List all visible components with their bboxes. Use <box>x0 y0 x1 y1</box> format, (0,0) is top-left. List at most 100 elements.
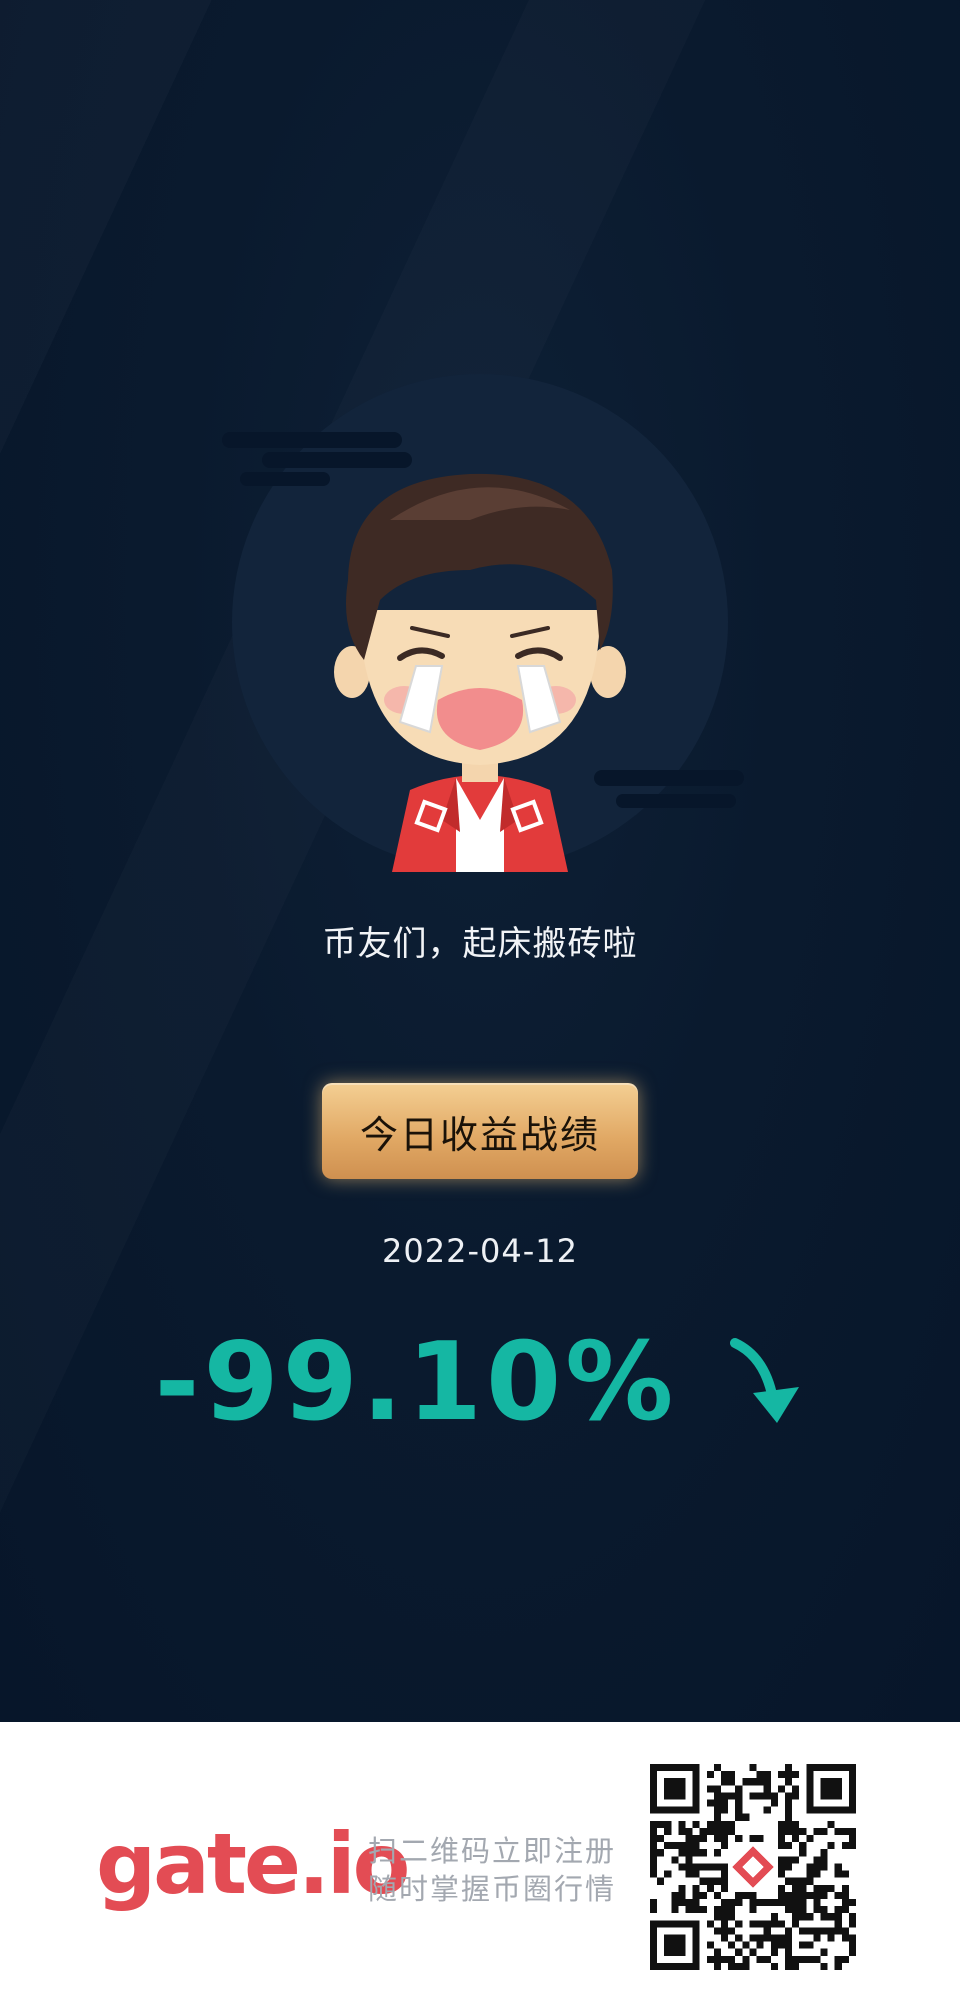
qr-module <box>721 1863 729 1871</box>
qr-module <box>784 1806 793 1814</box>
qr-module <box>820 1849 828 1857</box>
qr-module <box>792 1962 800 1970</box>
qr-module <box>848 1934 856 1942</box>
qr-module <box>721 1913 729 1921</box>
qr-module <box>820 1856 828 1864</box>
qr-module <box>763 1898 771 1907</box>
qr-module <box>806 1863 814 1871</box>
qr-module <box>799 1898 807 1907</box>
qr-module <box>650 1827 658 1836</box>
qr-module <box>650 1863 658 1871</box>
qr-code-icon <box>650 1764 856 1970</box>
qr-module <box>742 1962 750 1970</box>
qr-module <box>692 1898 700 1907</box>
qr-module <box>848 1827 856 1836</box>
qr-module <box>820 1927 828 1935</box>
qr-module <box>784 1827 793 1836</box>
qr-module <box>813 1955 821 1963</box>
qr-module <box>777 1820 785 1828</box>
qr-module <box>706 1799 714 1807</box>
qr-module <box>706 1955 714 1963</box>
qr-module <box>713 1948 722 1956</box>
qr-module <box>841 1870 849 1878</box>
qr-module <box>841 1827 849 1836</box>
qr-module <box>799 1877 807 1885</box>
qr-module <box>770 1941 778 1949</box>
qr-module <box>770 1962 778 1970</box>
qr-module <box>792 1877 800 1885</box>
qr-module <box>777 1827 785 1836</box>
qr-module <box>735 1898 743 1907</box>
qr-module <box>820 1863 828 1871</box>
slogan-line-2: 随时掌握币圈行情 <box>368 1872 617 1906</box>
qr-module <box>671 1842 679 1850</box>
qr-module <box>713 1806 722 1814</box>
qr-module <box>735 1891 743 1899</box>
qr-module <box>848 1941 856 1949</box>
qr-module <box>685 1863 693 1871</box>
qr-module <box>664 1870 672 1878</box>
qr-module <box>650 1906 658 1914</box>
qr-module <box>784 1863 793 1871</box>
qr-module <box>721 1870 729 1878</box>
qr-module <box>713 1955 722 1963</box>
qr-module <box>763 1955 771 1963</box>
qr-module <box>728 1778 736 1786</box>
qr-module <box>784 1941 793 1949</box>
qr-module <box>770 1948 778 1956</box>
qr-module <box>777 1891 785 1899</box>
qr-module <box>713 1785 722 1793</box>
qr-module <box>713 1863 722 1871</box>
qr-module <box>827 1934 835 1942</box>
qr-module <box>777 1785 785 1793</box>
qr-module <box>792 1771 800 1779</box>
qr-module <box>721 1771 729 1779</box>
qr-module <box>650 1856 658 1864</box>
badge-label: 今日收益战绩 <box>359 1112 600 1157</box>
qr-module <box>721 1877 729 1885</box>
qr-module <box>784 1906 793 1914</box>
today-earnings-badge: 今日收益战绩 <box>322 1083 638 1179</box>
qr-module <box>834 1863 842 1871</box>
qr-module <box>777 1920 785 1928</box>
qr-module <box>841 1927 849 1935</box>
qr-module <box>706 1827 714 1836</box>
qr-module <box>721 1927 729 1935</box>
qr-module <box>713 1913 722 1921</box>
qr-module <box>728 1906 736 1914</box>
qr-module <box>664 1820 672 1828</box>
cloud-decoration <box>240 472 330 486</box>
qr-module <box>763 1778 771 1786</box>
qr-module <box>713 1799 722 1807</box>
qr-module <box>685 1906 693 1914</box>
qr-module <box>706 1785 714 1793</box>
qr-module <box>834 1955 842 1963</box>
qr-module <box>721 1906 729 1914</box>
qr-module <box>728 1955 736 1963</box>
qr-module <box>792 1955 800 1963</box>
qr-module <box>799 1913 807 1921</box>
qr-module <box>728 1827 736 1836</box>
qr-module <box>770 1934 778 1942</box>
qr-module <box>756 1941 764 1949</box>
qr-module <box>848 1898 856 1907</box>
qr-module <box>763 1792 771 1800</box>
qr-module <box>692 1835 700 1843</box>
qr-module <box>841 1891 849 1899</box>
qr-module <box>834 1920 842 1928</box>
qr-module <box>792 1827 800 1836</box>
qr-module <box>777 1898 785 1907</box>
qr-module <box>735 1934 743 1942</box>
qr-module <box>799 1955 807 1963</box>
qr-module <box>777 1934 785 1942</box>
change-percent: -99.10% <box>154 1319 678 1445</box>
qr-module <box>806 1835 814 1843</box>
qr-module <box>728 1941 736 1949</box>
qr-module <box>848 1920 856 1928</box>
qr-module <box>784 1962 793 1970</box>
qr-module <box>763 1785 771 1793</box>
qr-module <box>735 1813 743 1821</box>
qr-module <box>799 1827 807 1836</box>
qr-module <box>841 1898 849 1907</box>
qr-module <box>848 1842 856 1850</box>
